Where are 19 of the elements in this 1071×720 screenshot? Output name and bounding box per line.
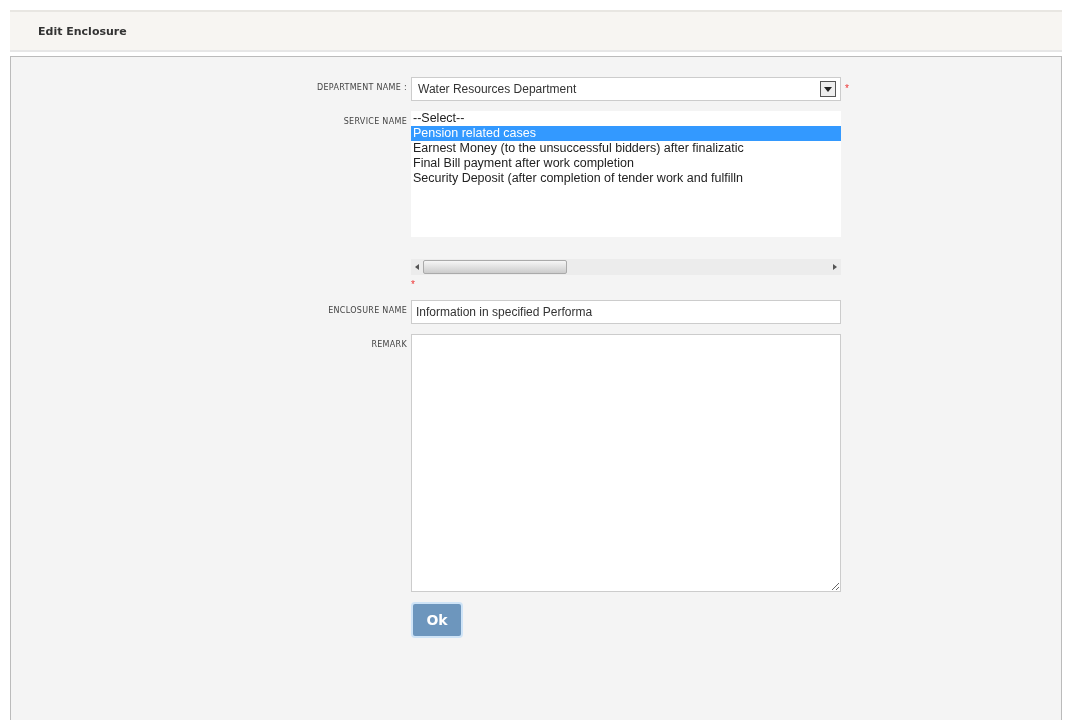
enclosure-name-field[interactable]: Information in specified Performa: [411, 300, 841, 324]
list-option[interactable]: Final Bill payment after work completion: [411, 156, 841, 171]
department-select[interactable]: Water Resources Department: [411, 77, 841, 101]
field-label: ENCLOSURE NAME: [327, 305, 407, 315]
field-label: REMARK: [370, 339, 407, 349]
horizontal-scrollbar[interactable]: [411, 259, 841, 275]
page-title: Edit Enclosure: [38, 24, 127, 38]
required-mark: *: [411, 279, 416, 290]
list-option[interactable]: --Select--: [411, 111, 841, 126]
required-mark: *: [845, 82, 850, 94]
list-option[interactable]: Earnest Money (to the unsuccessful bidders) after finalizatic: [411, 141, 841, 156]
scroll-left-icon[interactable]: [415, 264, 419, 270]
field-label: SERVICE NAME: [342, 116, 407, 126]
service-listbox[interactable]: --Select-- Pension related cases Earnest Money (to the unsuccessful bidders) after finalizatic Final Bill payment after work completion Security Deposit (after completion of tender work and fulfilln: [411, 111, 841, 237]
field-label: DEPARTMENT NAME :: [316, 82, 407, 92]
remark-field[interactable]: [411, 334, 841, 592]
list-option[interactable]: Security Deposit (after completion of tender work and fulfilln: [411, 171, 841, 186]
scroll-right-icon[interactable]: [833, 264, 837, 270]
dropdown-icon: [820, 81, 836, 97]
